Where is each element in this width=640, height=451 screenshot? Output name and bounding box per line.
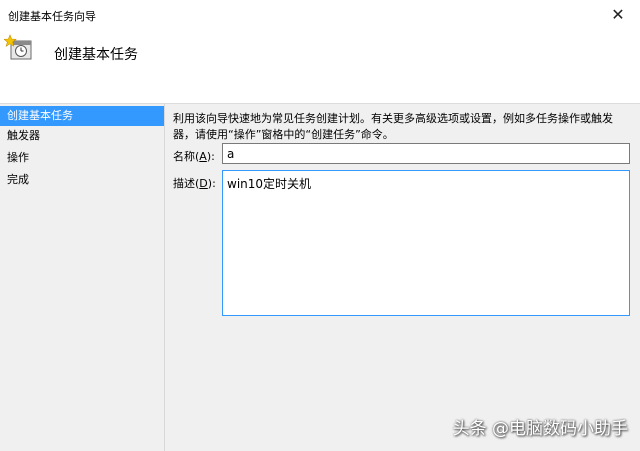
wizard-steps-nav: 创建基本任务 触发器 操作 完成 [0, 104, 164, 451]
close-icon[interactable]: ✕ [596, 0, 640, 28]
step-trigger[interactable]: 触发器 [0, 126, 164, 146]
title-bar: 创建基本任务向导 ✕ [0, 0, 640, 28]
page-title: 创建基本任务 [54, 47, 138, 63]
task-clock-icon [4, 34, 32, 60]
name-input[interactable] [222, 143, 630, 164]
wizard-header: 创建基本任务 [0, 28, 640, 104]
watermark: 头条 @电脑数码小助手 [452, 419, 628, 439]
step-action[interactable]: 操作 [0, 148, 164, 168]
window-title: 创建基本任务向导 [8, 10, 96, 23]
description-label: 描述(D): [173, 177, 216, 190]
name-label: 名称(A): [173, 150, 215, 163]
wizard-description: 利用该向导快速地为常见任务创建计划。有关更多高级选项或设置，例如多任务操作或触发… [173, 112, 613, 141]
step-finish[interactable]: 完成 [0, 170, 164, 190]
description-textarea[interactable]: win10定时关机 [222, 170, 630, 316]
step-create-basic-task[interactable]: 创建基本任务 [0, 106, 164, 126]
nav-separator [164, 104, 165, 451]
